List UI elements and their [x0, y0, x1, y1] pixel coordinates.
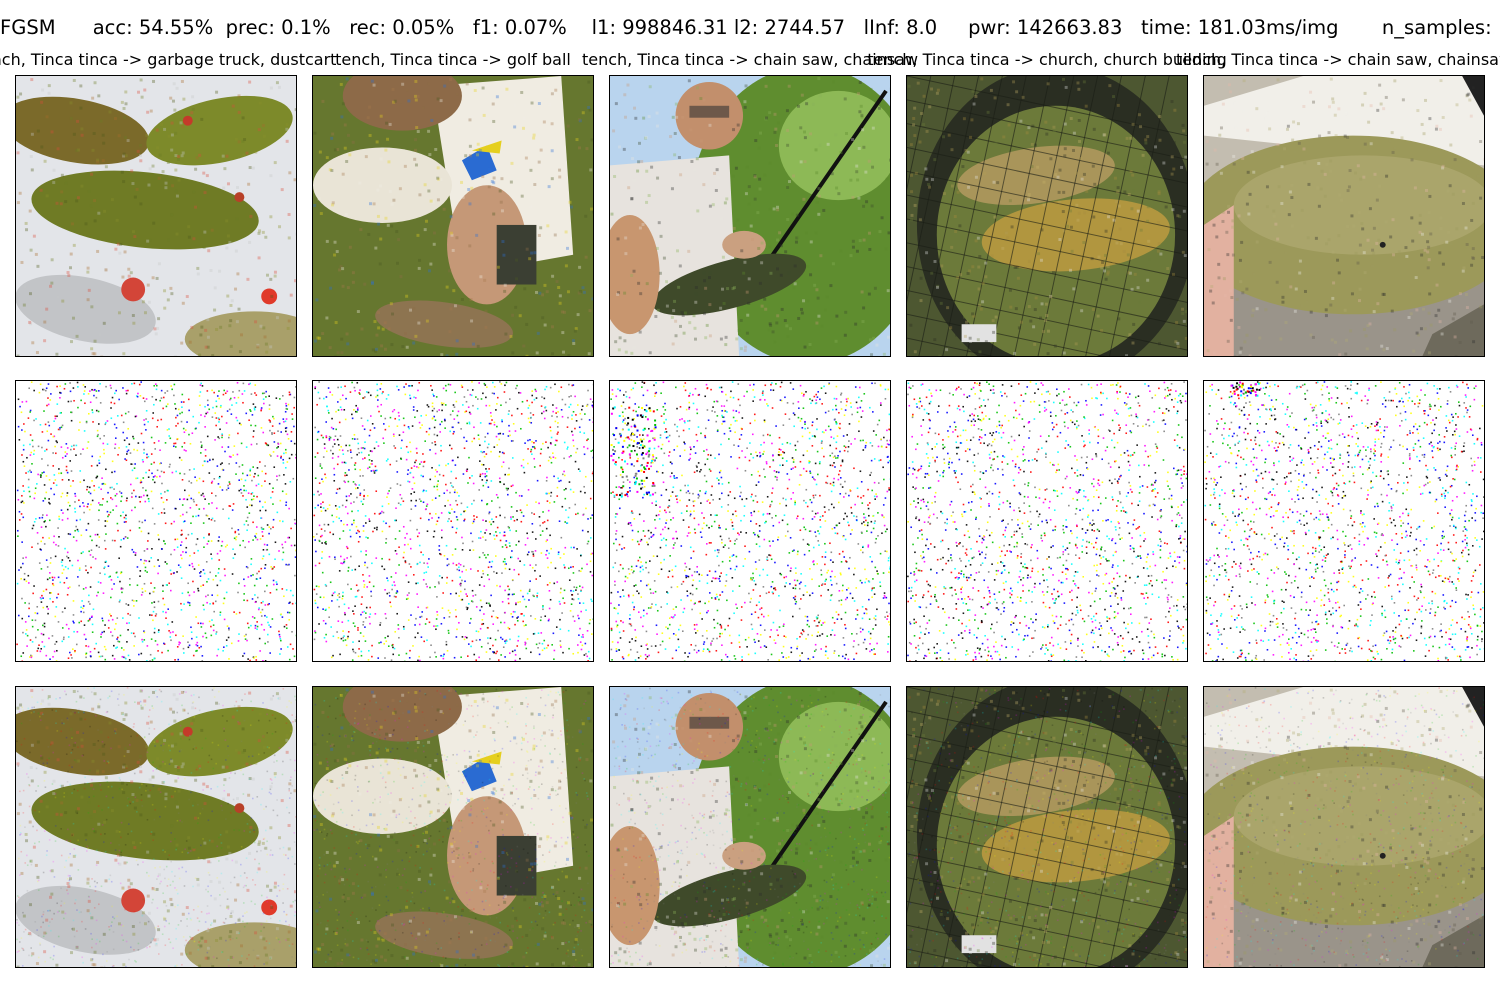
- original-image-1: [15, 75, 297, 357]
- perturbation-image-5: [1203, 380, 1485, 662]
- original-image-2: [312, 75, 594, 357]
- column-title-5: tench, Tinca tinca -> chain saw, chainsa…: [1175, 50, 1500, 69]
- perturbation-image-1: [15, 380, 297, 662]
- figure-title: FGSM acc: 54.55% prec: 0.1% rec: 0.05% f…: [0, 16, 1500, 39]
- column-title-4: tench, Tinca tinca -> church, church bui…: [867, 50, 1227, 69]
- original-image-3: [609, 75, 891, 357]
- column-title-1: tench, Tinca tinca -> garbage truck, dus…: [0, 50, 337, 69]
- adversarial-image-3: [609, 686, 891, 968]
- perturbation-image-4: [906, 380, 1188, 662]
- perturbation-image-3: [609, 380, 891, 662]
- adversarial-image-2: [312, 686, 594, 968]
- adversarial-image-5: [1203, 686, 1485, 968]
- adversarial-image-4: [906, 686, 1188, 968]
- perturbation-image-2: [312, 380, 594, 662]
- adversarial-image-1: [15, 686, 297, 968]
- figure: FGSM acc: 54.55% prec: 0.1% rec: 0.05% f…: [0, 0, 1500, 1000]
- original-image-5: [1203, 75, 1485, 357]
- original-image-4: [906, 75, 1188, 357]
- column-title-2: tench, Tinca tinca -> golf ball: [335, 50, 571, 69]
